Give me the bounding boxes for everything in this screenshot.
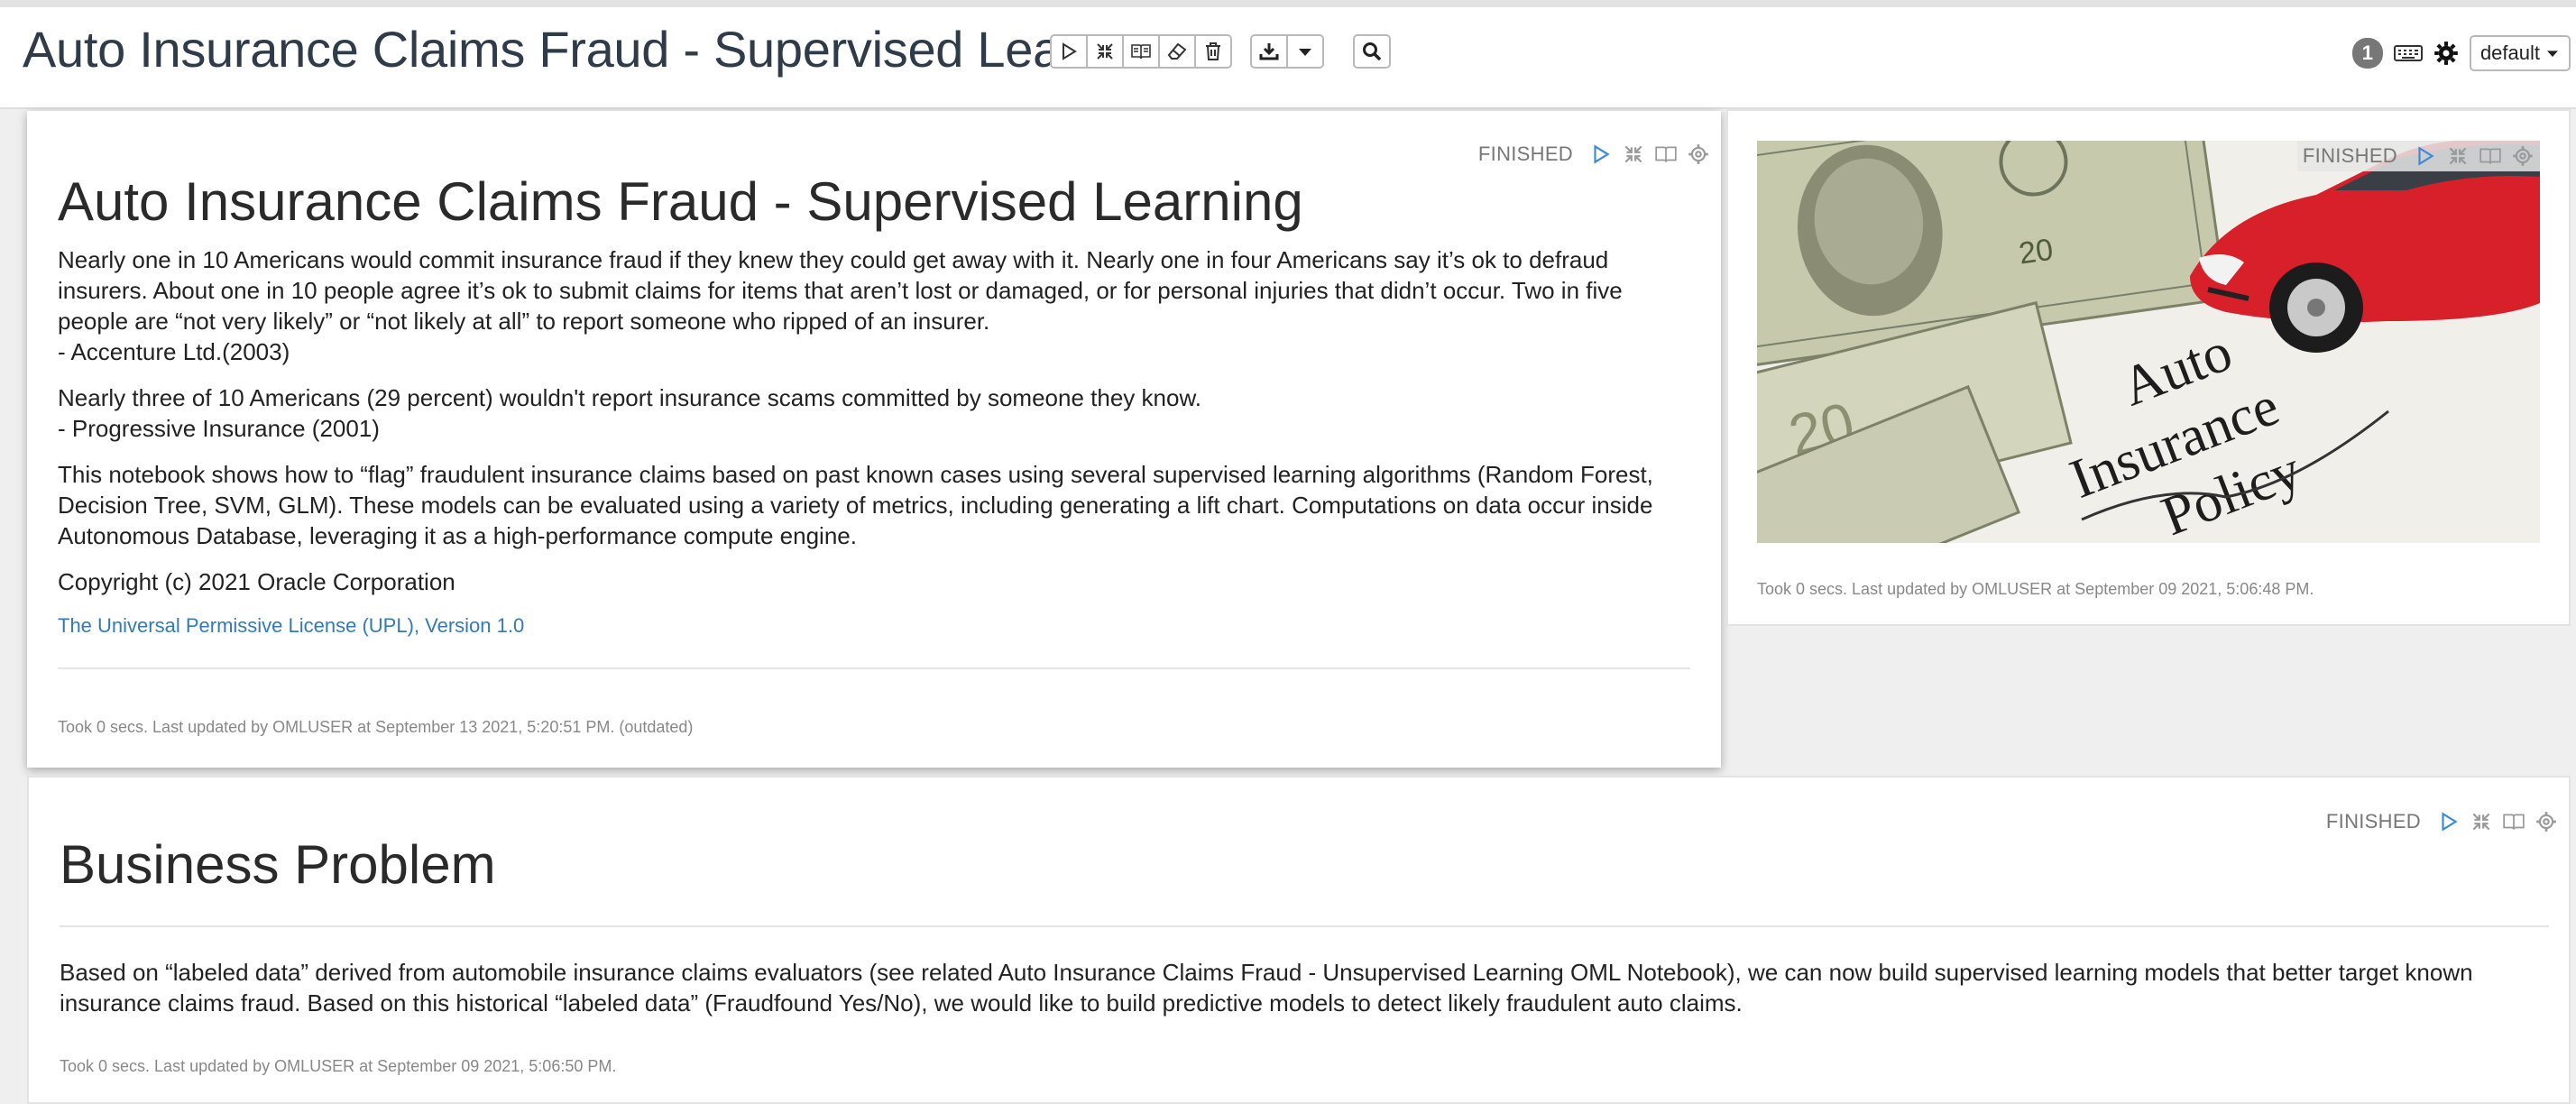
hide-output-button[interactable] bbox=[1086, 34, 1124, 69]
svg-text:20: 20 bbox=[2017, 233, 2056, 271]
notebook-title[interactable]: Auto Insurance Claims Fraud - Supervised… bbox=[23, 20, 1102, 78]
interpreter-dropdown[interactable]: default bbox=[2469, 35, 2571, 71]
image-controls-overlay: FINISHED bbox=[2296, 141, 2540, 171]
intro-text-3: This notebook shows how to “flag” fraudu… bbox=[58, 461, 1653, 549]
play-icon[interactable] bbox=[1589, 143, 1613, 166]
paragraph-footer: Took 0 secs. Last updated by OMLUSER at … bbox=[58, 718, 694, 736]
paragraph-controls: FINISHED bbox=[2303, 144, 2535, 168]
connection-badge[interactable]: 1 bbox=[2351, 38, 2383, 69]
copyright-text: Copyright (c) 2021 Oracle Corporation bbox=[58, 568, 455, 595]
paragraph-status: FINISHED bbox=[2325, 810, 2421, 833]
divider bbox=[60, 925, 2549, 927]
right-toolbar: 1 default bbox=[2351, 34, 2571, 72]
delete-button[interactable] bbox=[1194, 34, 1232, 69]
play-icon[interactable] bbox=[2437, 810, 2461, 833]
trash-icon bbox=[1206, 42, 1220, 60]
export-menu-button[interactable] bbox=[1286, 34, 1324, 69]
run-all-button[interactable] bbox=[1050, 34, 1088, 69]
book-icon bbox=[1131, 44, 1151, 60]
book-icon[interactable] bbox=[2502, 810, 2525, 833]
paragraph-footer: Took 0 secs. Last updated by OMLUSER at … bbox=[60, 1057, 617, 1075]
export-group bbox=[1250, 34, 1324, 72]
intro-source-2: - Progressive Insurance (2001) bbox=[58, 415, 380, 442]
intro-source-1: - Accenture Ltd.(2003) bbox=[58, 338, 290, 365]
paragraph-footer: Took 0 secs. Last updated by OMLUSER at … bbox=[1757, 580, 2314, 598]
intro-heading: Auto Insurance Claims Fraud - Supervised… bbox=[58, 171, 1303, 232]
divider bbox=[58, 667, 1690, 669]
clear-output-button[interactable] bbox=[1158, 34, 1196, 69]
hide-code-button[interactable] bbox=[1122, 34, 1160, 69]
license-link[interactable]: The Universal Permissive License (UPL), … bbox=[58, 614, 524, 638]
collapse-icon[interactable] bbox=[1622, 143, 1645, 166]
business-problem-text: Based on “labeled data” derived from aut… bbox=[60, 959, 2473, 1017]
play-icon bbox=[1063, 42, 1077, 60]
play-icon[interactable] bbox=[2414, 144, 2437, 168]
paragraph-intro[interactable]: FINISHED Auto Insurance Claims Fraud - S… bbox=[27, 111, 1721, 768]
gear-icon[interactable] bbox=[2511, 144, 2535, 168]
notebook-header: Auto Insurance Claims Fraud - Supervised… bbox=[0, 7, 2576, 109]
intro-text-2: Nearly three of 10 Americans (29 percent… bbox=[58, 384, 1202, 411]
collapse-icon bbox=[1097, 43, 1113, 60]
eraser-icon bbox=[1167, 42, 1187, 60]
search-button[interactable] bbox=[1353, 34, 1391, 69]
search-icon bbox=[1363, 42, 1382, 61]
search-group bbox=[1353, 34, 1391, 72]
export-button[interactable] bbox=[1250, 34, 1288, 69]
gear-icon[interactable] bbox=[1687, 143, 1710, 166]
gear-icon[interactable] bbox=[2433, 41, 2459, 66]
top-strip bbox=[0, 0, 2576, 7]
keyboard-icon[interactable] bbox=[2393, 42, 2423, 64]
book-icon[interactable] bbox=[1654, 143, 1678, 166]
paragraph-business-problem[interactable]: FINISHED Business Problem Based on “labe… bbox=[27, 776, 2571, 1104]
gear-icon[interactable] bbox=[2535, 810, 2558, 833]
caret-down-icon bbox=[2547, 51, 2558, 57]
notebook-action-group bbox=[1050, 34, 1232, 72]
interpreter-label: default bbox=[2479, 41, 2540, 64]
book-icon[interactable] bbox=[2479, 144, 2502, 168]
business-problem-heading: Business Problem bbox=[60, 834, 496, 895]
caret-down-icon bbox=[1299, 49, 1311, 56]
collapse-icon[interactable] bbox=[2446, 144, 2470, 168]
paragraph-controls: FINISHED bbox=[1478, 143, 1710, 166]
paragraph-status: FINISHED bbox=[1477, 143, 1573, 165]
paragraph-controls: FINISHED bbox=[2326, 810, 2558, 833]
download-icon bbox=[1259, 43, 1279, 60]
paragraph-status: FINISHED bbox=[2302, 144, 2397, 167]
auto-insurance-policy-image: 20 20 Auto Insurance Policy FINISHED bbox=[1757, 141, 2540, 543]
intro-text-1: Nearly one in 10 Americans would commit … bbox=[58, 246, 1623, 335]
collapse-icon[interactable] bbox=[2470, 810, 2493, 833]
